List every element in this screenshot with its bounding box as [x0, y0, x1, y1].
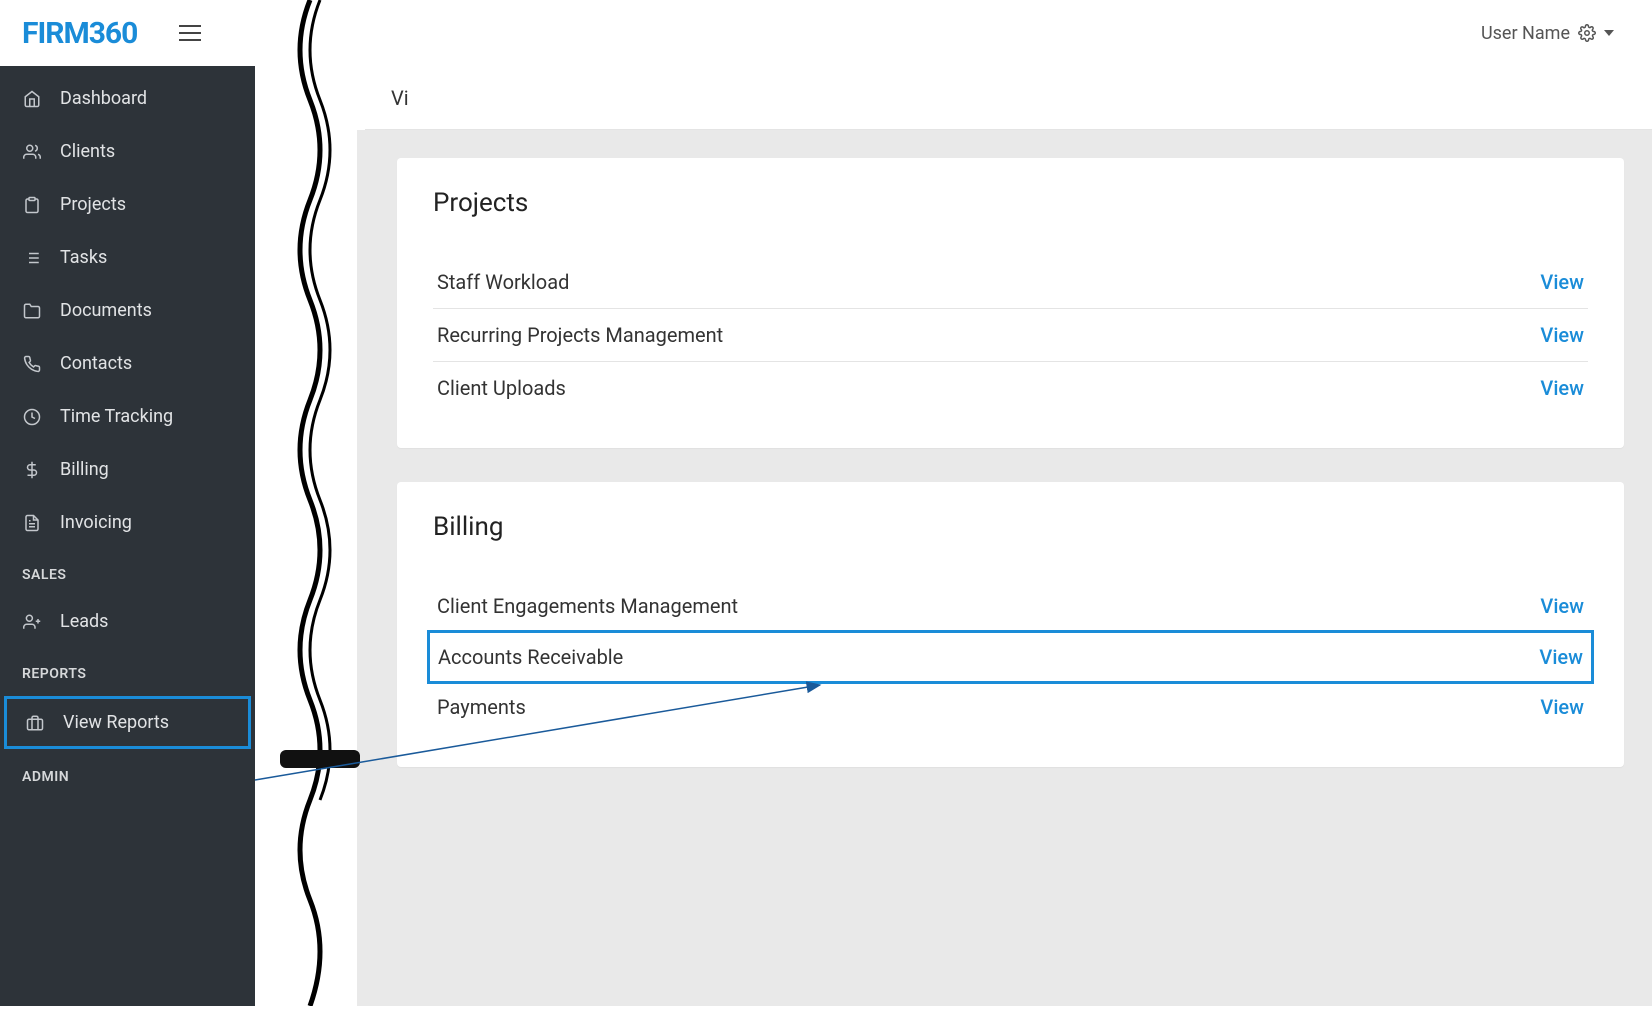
sidebar-item-label: Time Tracking	[60, 406, 173, 427]
caret-down-icon	[1604, 30, 1614, 36]
sidebar-item-label: Tasks	[60, 247, 107, 268]
report-label: Client Engagements Management	[437, 594, 738, 618]
hamburger-menu-icon[interactable]	[179, 25, 201, 41]
sidebar-item-clients[interactable]: Clients	[0, 125, 255, 178]
sidebar-section-sales: SALES	[0, 549, 255, 595]
sidebar-item-tasks[interactable]: Tasks	[0, 231, 255, 284]
view-link[interactable]: View	[1539, 645, 1583, 669]
report-label: Accounts Receivable	[438, 645, 623, 669]
user-menu[interactable]: User Name	[1481, 23, 1632, 44]
file-icon	[22, 513, 42, 533]
sidebar-item-label: Clients	[60, 141, 115, 162]
user-plus-icon	[22, 612, 42, 632]
breadcrumb-strip: Vi	[365, 66, 1652, 130]
sidebar-item-dashboard[interactable]: Dashboard	[0, 72, 255, 125]
sidebar-item-label: Billing	[60, 459, 109, 480]
sidebar-item-leads[interactable]: Leads	[0, 595, 255, 648]
clock-icon	[22, 407, 42, 427]
report-row-payments: Payments View	[433, 681, 1588, 733]
sidebar-item-invoicing[interactable]: Invoicing	[0, 496, 255, 549]
card-billing: Billing Client Engagements Management Vi…	[397, 482, 1624, 767]
report-label: Payments	[437, 695, 526, 719]
sidebar-item-label: Contacts	[60, 353, 132, 374]
sidebar-item-label: Projects	[60, 194, 126, 215]
sidebar-item-projects[interactable]: Projects	[0, 178, 255, 231]
sidebar-section-reports: REPORTS	[0, 648, 255, 694]
view-link[interactable]: View	[1540, 323, 1584, 347]
sidebar: Dashboard Clients Projects Tasks Documen…	[0, 66, 255, 1006]
sidebar-item-label: Invoicing	[60, 512, 132, 533]
folder-icon	[22, 301, 42, 321]
report-row-recurring-projects: Recurring Projects Management View	[433, 309, 1588, 362]
users-icon	[22, 142, 42, 162]
report-label: Client Uploads	[437, 376, 566, 400]
report-row-client-uploads: Client Uploads View	[433, 362, 1588, 414]
dollar-icon	[22, 460, 42, 480]
sidebar-item-contacts[interactable]: Contacts	[0, 337, 255, 390]
home-icon	[22, 89, 42, 109]
header: FIRM360 User Name	[0, 0, 1652, 66]
sidebar-item-label: Leads	[60, 611, 108, 632]
view-link[interactable]: View	[1540, 270, 1584, 294]
view-link[interactable]: View	[1540, 376, 1584, 400]
sidebar-section-admin: ADMIN	[0, 751, 255, 797]
report-row-staff-workload: Staff Workload View	[433, 256, 1588, 309]
sidebar-item-label: View Reports	[63, 712, 169, 733]
report-row-accounts-receivable: Accounts Receivable View	[427, 630, 1594, 684]
view-link[interactable]: View	[1540, 594, 1584, 618]
clipboard-icon	[22, 195, 42, 215]
card-title: Projects	[433, 188, 1588, 218]
main-area: Vi Projects Staff Workload View Recurrin…	[255, 66, 1652, 1006]
sidebar-item-view-reports[interactable]: View Reports	[4, 696, 251, 749]
list-icon	[22, 248, 42, 268]
sidebar-item-documents[interactable]: Documents	[0, 284, 255, 337]
sidebar-item-time-tracking[interactable]: Time Tracking	[0, 390, 255, 443]
logo: FIRM360	[22, 16, 137, 51]
sidebar-item-billing[interactable]: Billing	[0, 443, 255, 496]
card-title: Billing	[433, 512, 1588, 542]
report-label: Staff Workload	[437, 270, 569, 294]
report-label: Recurring Projects Management	[437, 323, 723, 347]
sidebar-item-label: Documents	[60, 300, 152, 321]
card-projects: Projects Staff Workload View Recurring P…	[397, 158, 1624, 448]
phone-icon	[22, 354, 42, 374]
briefcase-icon	[25, 713, 45, 733]
content-area: Projects Staff Workload View Recurring P…	[357, 130, 1652, 1006]
user-name-label: User Name	[1481, 23, 1570, 44]
report-row-client-engagements: Client Engagements Management View	[433, 580, 1588, 633]
sidebar-item-label: Dashboard	[60, 88, 147, 109]
breadcrumb-text: Vi	[391, 86, 409, 110]
gear-icon	[1578, 24, 1596, 42]
view-link[interactable]: View	[1540, 695, 1584, 719]
